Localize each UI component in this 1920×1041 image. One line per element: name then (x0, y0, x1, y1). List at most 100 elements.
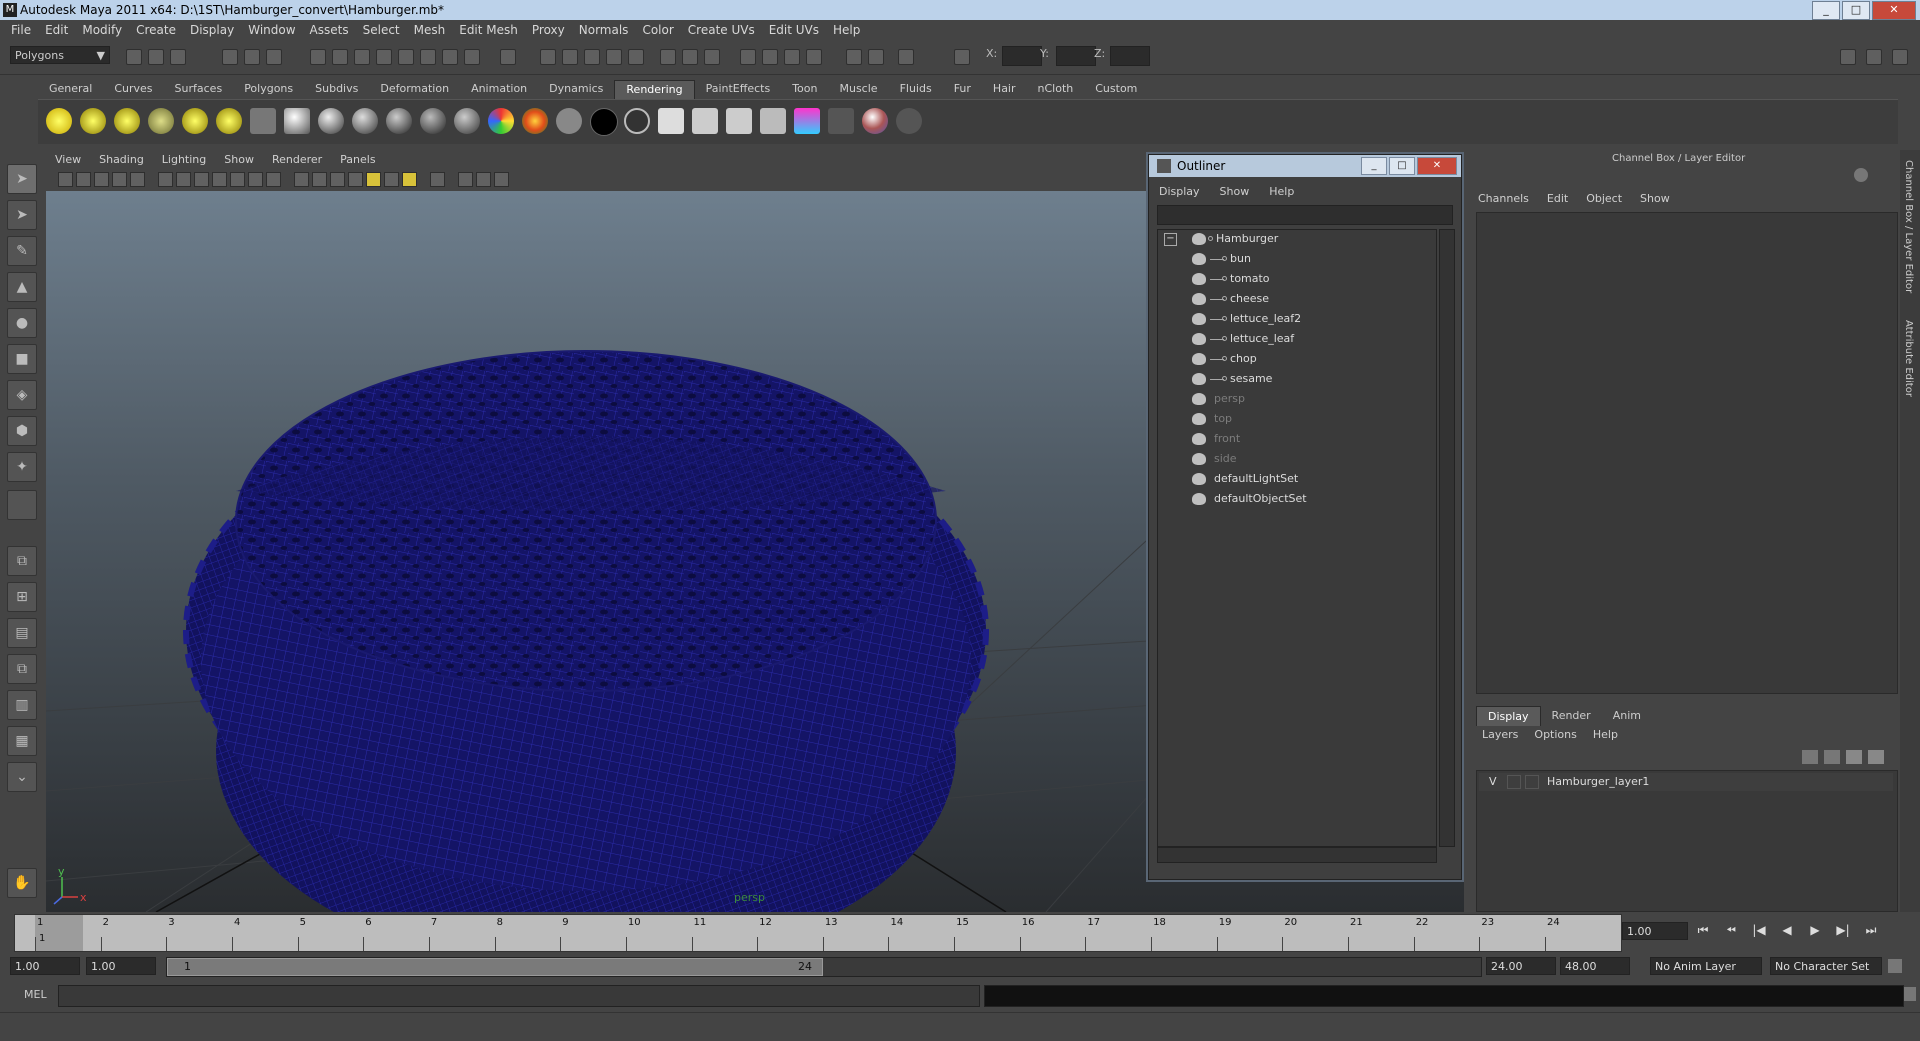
channel-box-attributes[interactable] (1476, 212, 1898, 694)
outliner-item[interactable]: defaultLightSet (1158, 470, 1436, 488)
shelf-tab-toon[interactable]: Toon (781, 80, 828, 99)
hypershade-shelf-icon[interactable] (794, 108, 820, 134)
range-slider[interactable]: 1 24 (166, 957, 1482, 977)
layer-template-toggle[interactable] (1507, 775, 1521, 789)
snap-live-icon[interactable] (398, 49, 414, 65)
quick-layout-icon[interactable]: ✋ (7, 868, 37, 898)
isolate-select-icon[interactable] (430, 172, 445, 187)
four-view-layout-icon[interactable]: ⊞ (7, 582, 37, 612)
viewport-menu-panels[interactable]: Panels (331, 153, 384, 166)
image-plane-icon[interactable] (112, 172, 127, 187)
outliner-item[interactable]: front (1158, 430, 1436, 448)
textured-icon[interactable] (348, 172, 363, 187)
step-back-key-icon[interactable]: ⏪︎ (1720, 920, 1742, 940)
shelf-tab-polygons[interactable]: Polygons (233, 80, 304, 99)
outliner-item[interactable]: sesame (1158, 370, 1436, 388)
single-perspective-layout-icon[interactable]: ⧉ (7, 546, 37, 576)
outliner-maximize-button[interactable]: □ (1389, 157, 1415, 175)
viewport-menu-show[interactable]: Show (215, 153, 263, 166)
menu-proxy[interactable]: Proxy (525, 23, 572, 37)
layout-split-icon[interactable] (868, 49, 884, 65)
lambert-material-icon[interactable] (284, 108, 310, 134)
persp-graph-hyper-layout-icon[interactable]: ▦ (7, 726, 37, 756)
menu-edit-mesh[interactable]: Edit Mesh (452, 23, 525, 37)
wireframe-on-shaded-icon[interactable] (330, 172, 345, 187)
point-light-icon[interactable] (114, 108, 140, 134)
menu-select[interactable]: Select (356, 23, 407, 37)
shelf-tab-rendering[interactable]: Rendering (614, 80, 695, 100)
maximize-button[interactable]: □ (1842, 1, 1870, 20)
outliner-horizontal-scrollbar[interactable] (1157, 847, 1437, 863)
outliner-item[interactable]: lettuce_leaf (1158, 330, 1436, 348)
outliner-menu-show[interactable]: Show (1220, 185, 1250, 198)
outliner-item[interactable]: Hamburger (1158, 230, 1436, 248)
outliner-item[interactable]: lettuce_leaf2 (1158, 310, 1436, 328)
anim-layer-select[interactable]: No Anim Layer (1650, 957, 1762, 975)
input-line-icon[interactable] (660, 49, 676, 65)
snap-grid-icon[interactable] (310, 49, 326, 65)
history-icon[interactable] (420, 49, 436, 65)
outliner-close-button[interactable]: ✕ (1417, 157, 1457, 175)
hamburger-mesh[interactable] (183, 350, 989, 912)
channel-box-menu-edit[interactable]: Edit (1547, 192, 1568, 205)
layer-name[interactable]: Hamburger_layer1 (1547, 773, 1649, 791)
layered-shader-icon[interactable] (556, 108, 582, 134)
shelf-tab-deformation[interactable]: Deformation (369, 80, 460, 99)
menu-help[interactable]: Help (826, 23, 867, 37)
construction-history-icon[interactable] (500, 49, 516, 65)
outliner-item[interactable]: defaultObjectSet (1158, 490, 1436, 508)
shelf-tab-ncloth[interactable]: nCloth (1027, 80, 1085, 99)
mental-ray-icon[interactable] (862, 108, 888, 134)
render-layer-icon[interactable] (828, 108, 854, 134)
go-to-end-icon[interactable]: ⏭ (1860, 920, 1882, 940)
outliner-item[interactable]: side (1158, 450, 1436, 468)
empty-tool-slot[interactable] (7, 490, 37, 520)
soft-mod-tool-icon[interactable]: ⬢ (7, 416, 37, 446)
z-field[interactable] (1110, 46, 1150, 66)
channel-box-menu-show[interactable]: Show (1640, 192, 1670, 205)
shelf-tab-hair[interactable]: Hair (982, 80, 1027, 99)
side-tab-channel-box[interactable]: Channel Box / Layer Editor (1903, 160, 1914, 293)
ocean-shader-icon[interactable] (624, 108, 650, 134)
transform-mode-icon[interactable] (898, 49, 914, 65)
anisotropic-material-icon[interactable] (420, 108, 446, 134)
menu-mesh[interactable]: Mesh (407, 23, 453, 37)
select-hierarchy-icon[interactable] (222, 49, 238, 65)
viewport-menu-view[interactable]: View (46, 153, 90, 166)
close-button[interactable]: ✕ (1872, 1, 1916, 20)
open-scene-icon[interactable] (148, 49, 164, 65)
outliner-menu-display[interactable]: Display (1159, 185, 1200, 198)
select-component-icon[interactable] (266, 49, 282, 65)
ambient-light-icon[interactable] (46, 108, 72, 134)
playback-end-field[interactable]: 24.00 (1486, 957, 1556, 975)
menu-set-select[interactable]: Polygons ▼ (10, 46, 110, 64)
manipulator-tool-icon[interactable]: ◈ (7, 380, 37, 410)
show-tool-settings-icon[interactable] (1866, 49, 1882, 65)
camera-icon[interactable] (250, 108, 276, 134)
menu-create-uvs[interactable]: Create UVs (681, 23, 762, 37)
scale-tool-icon[interactable]: ■ (7, 344, 37, 374)
shelf-tab-animation[interactable]: Animation (460, 80, 538, 99)
persp-graph-layout-icon[interactable]: ⧉ (7, 654, 37, 684)
select-camera-icon[interactable] (58, 172, 73, 187)
viewport-menu-shading[interactable]: Shading (90, 153, 153, 166)
shelf-tab-fur[interactable]: Fur (943, 80, 982, 99)
select-object-icon[interactable] (244, 49, 260, 65)
render-view-icon[interactable] (628, 49, 644, 65)
phong-material-icon[interactable] (352, 108, 378, 134)
two-d-pan-zoom-icon[interactable] (130, 172, 145, 187)
menu-file[interactable]: File (4, 23, 38, 37)
safe-title-icon[interactable] (266, 172, 281, 187)
time-slider[interactable]: 1 1 2 3 4 5 6 7 8 9 10 11 12 13 14 15 16 17 18 19 20 21 22 23 2… (14, 914, 1622, 952)
outliner-vertical-scrollbar[interactable] (1439, 229, 1455, 847)
outliner-item[interactable]: bun (1158, 250, 1436, 268)
bookmarks-icon[interactable] (94, 172, 109, 187)
layout-toggle-icon[interactable] (846, 49, 862, 65)
rename-icon[interactable] (682, 49, 698, 65)
shelf-tab-custom[interactable]: Custom (1084, 80, 1148, 99)
absolute-transform-icon[interactable] (954, 49, 970, 65)
layer-menu-layers[interactable]: Layers (1482, 728, 1518, 741)
ipr-icon[interactable] (726, 108, 752, 134)
shelf-tab-curves[interactable]: Curves (103, 80, 163, 99)
panel-layout-icon[interactable] (740, 49, 756, 65)
